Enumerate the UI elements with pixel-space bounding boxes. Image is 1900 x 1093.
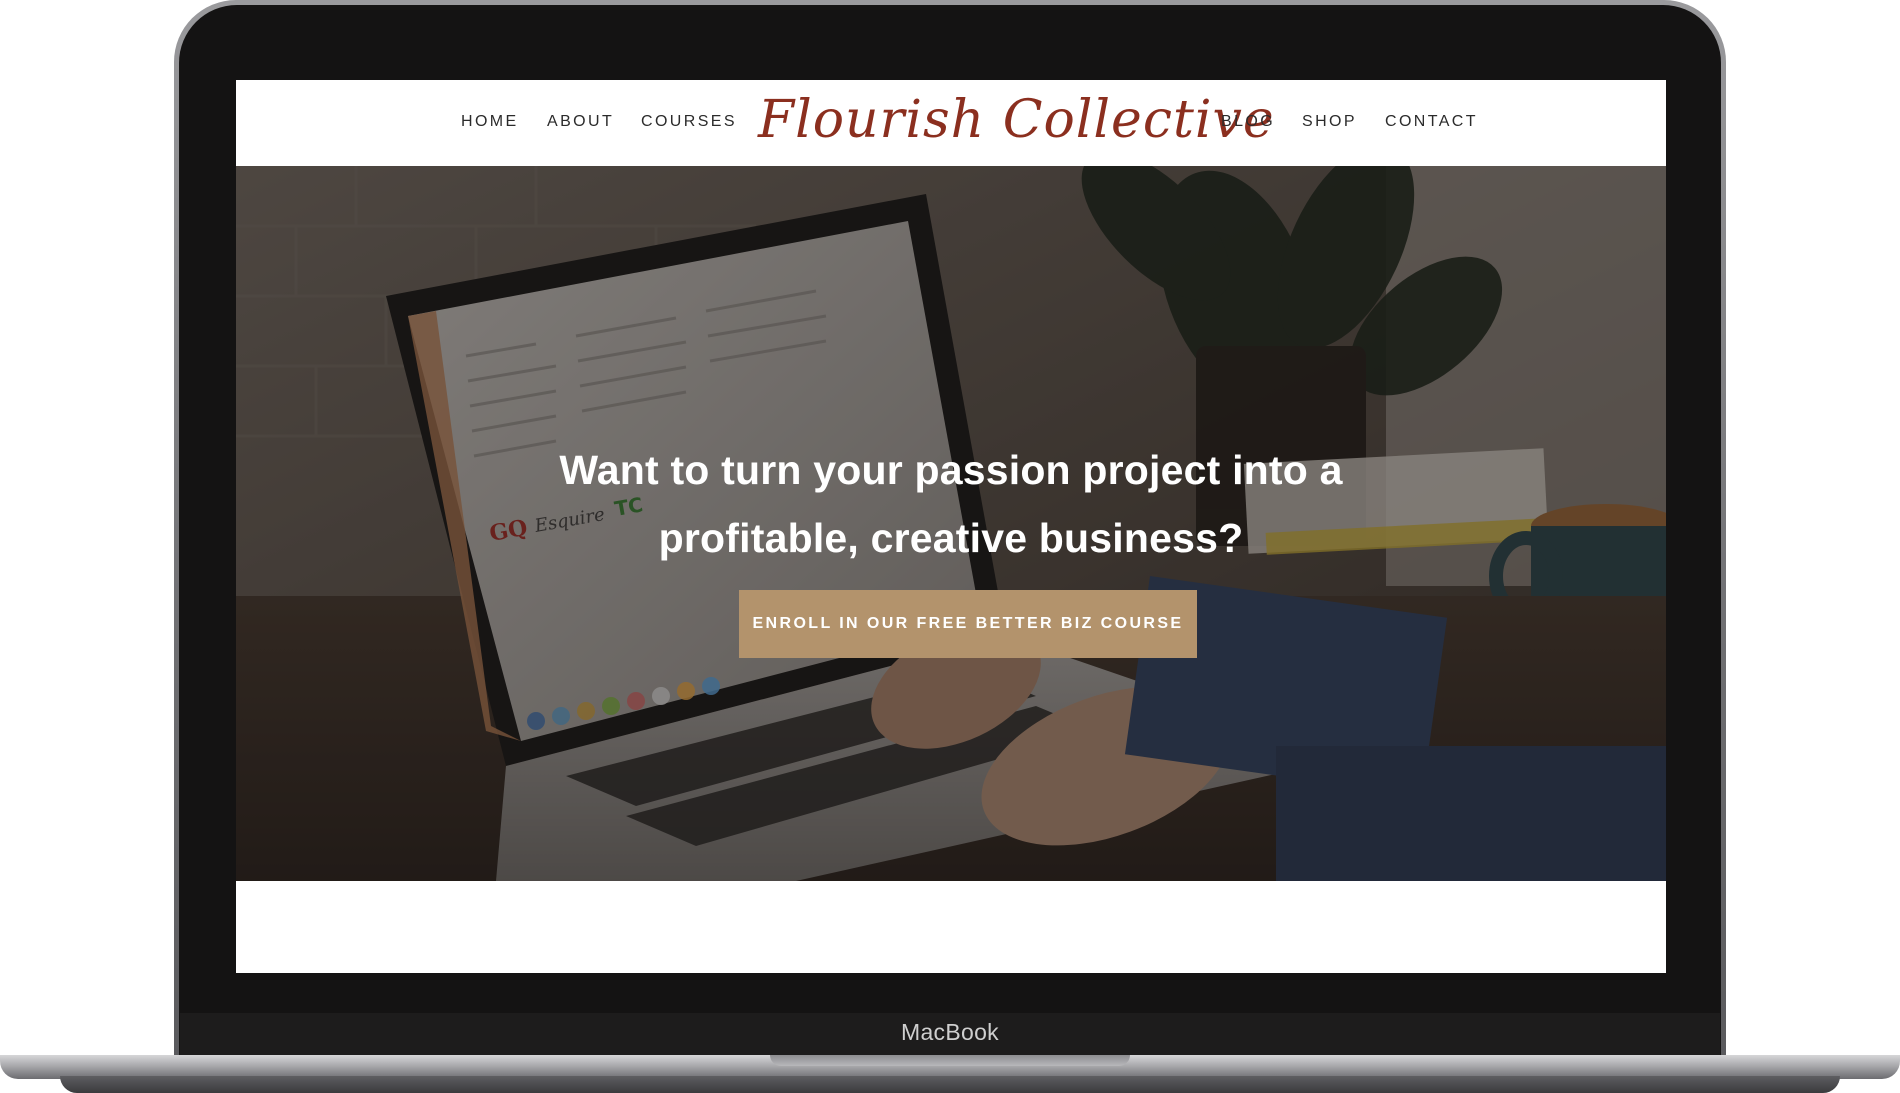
site-logo[interactable]: Flourish Collective — [758, 90, 1274, 150]
device-brand-label: MacBook — [901, 1019, 999, 1045]
hero-headline-line-2: profitable, creative business? — [658, 515, 1244, 561]
hero-headline: Want to turn your passion project into a… — [436, 436, 1466, 572]
nav-blog-link[interactable]: BLOG — [1221, 113, 1275, 131]
nav-contact-link[interactable]: CONTACT — [1385, 113, 1478, 131]
enroll-free-course-button[interactable]: ENROLL IN OUR FREE BETTER BIZ COURSE — [739, 590, 1197, 658]
nav-about-link[interactable]: ABOUT — [547, 113, 614, 131]
laptop-base-bottom — [60, 1076, 1840, 1093]
below-hero-section — [236, 881, 1666, 973]
hero-headline-line-1: Want to turn your passion project into a — [559, 447, 1343, 493]
nav-home-link[interactable]: HOME — [461, 113, 519, 131]
nav-shop-link[interactable]: SHOP — [1302, 113, 1357, 131]
hero-section: GQ Esquire TC Want to turn your passion … — [236, 166, 1666, 881]
laptop-opening-notch — [770, 1055, 1130, 1066]
nav-courses-link[interactable]: COURSES — [641, 113, 737, 131]
laptop-screen: HOME ABOUT COURSES Flourish Collective B… — [236, 80, 1666, 973]
site-header: HOME ABOUT COURSES Flourish Collective B… — [236, 80, 1666, 166]
